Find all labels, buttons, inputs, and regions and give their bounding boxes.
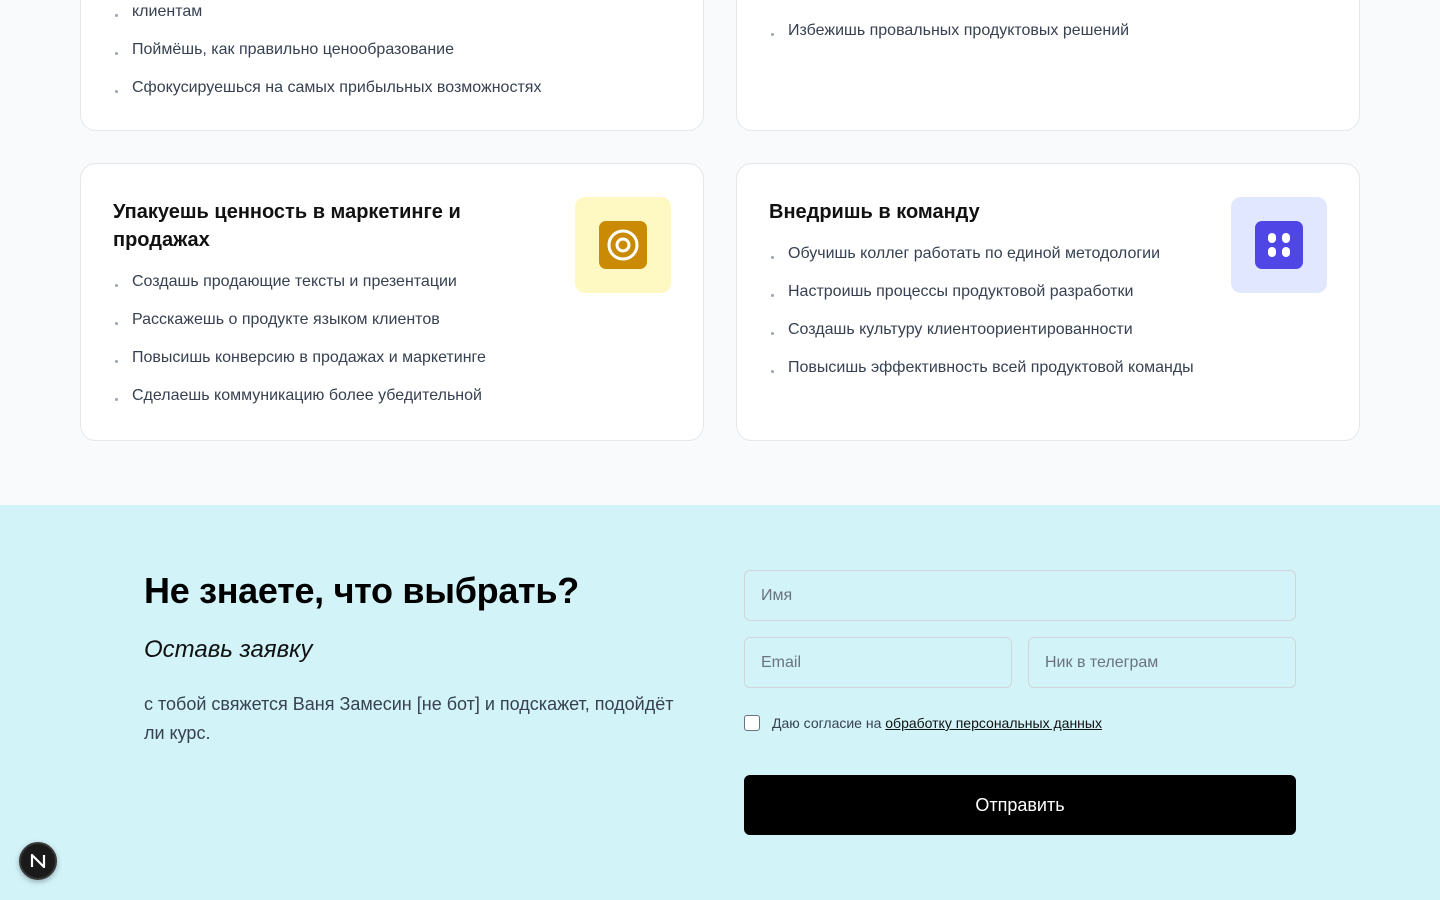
submit-button[interactable]: Отправить — [744, 775, 1296, 835]
email-input[interactable] — [744, 637, 1012, 688]
benefits-section: клиентам Поймёшь, как правильно ценообра… — [0, 0, 1440, 505]
benefit-list: Избежишь провальных продуктовых решений — [769, 20, 1129, 58]
team-grid-icon — [1231, 197, 1327, 293]
benefit-card-decisions: Избежишь провальных продуктовых решений — [736, 0, 1360, 131]
list-item: Создашь продающие тексты и презентации — [113, 271, 486, 309]
telegram-input[interactable] — [1028, 637, 1296, 688]
card-title: Внедришь в команду — [769, 201, 980, 223]
consent-row: Даю согласие на обработку персональных д… — [744, 715, 1102, 731]
list-item: Избежишь провальных продуктовых решений — [769, 20, 1129, 58]
list-item: Расскажешь о продукте языком клиентов — [113, 309, 486, 347]
app-badge-button[interactable] — [19, 842, 57, 880]
consent-checkbox[interactable] — [744, 715, 760, 731]
list-item: Поймёшь, как правильно ценообразование — [113, 39, 541, 77]
list-item: Сфокусируешься на самых прибыльных возмо… — [113, 77, 541, 115]
n-logo-icon — [30, 853, 46, 869]
list-item: Повысишь эффективность всей продуктовой … — [769, 357, 1194, 395]
name-input[interactable] — [744, 570, 1296, 621]
list-item: Повысишь конверсию в продажах и маркетин… — [113, 347, 486, 385]
benefit-list: клиентам Поймёшь, как правильно ценообра… — [113, 1, 541, 115]
benefit-card-pricing: клиентам Поймёшь, как правильно ценообра… — [80, 0, 704, 131]
card-title: Упакуешь ценность в маркетинге и продажа… — [113, 201, 461, 251]
list-item: Сделаешь коммуникацию более убедительной — [113, 385, 486, 423]
benefit-card-marketing: Упакуешь ценность в маркетинге и продажа… — [80, 163, 704, 441]
privacy-link[interactable]: обработку персональных данных — [885, 715, 1102, 731]
benefit-card-team: Внедришь в команду Обучишь коллег работа… — [736, 163, 1360, 441]
lead-description: с тобой свяжется Ваня Замесин [не бот] и… — [144, 694, 674, 743]
list-item: Создашь культуру клиентоориентированност… — [769, 319, 1194, 357]
consent-label: Даю согласие на обработку персональных д… — [772, 715, 1102, 731]
benefit-list: Обучишь коллег работать по единой методо… — [769, 243, 1194, 395]
lead-subtitle: Оставь заявку — [144, 636, 313, 663]
target-icon — [575, 197, 671, 293]
list-item: Настроишь процессы продуктовой разработк… — [769, 281, 1194, 319]
list-item: клиентам — [113, 1, 541, 39]
list-item: Обучишь коллег работать по единой методо… — [769, 243, 1194, 281]
lead-form-section: Не знаете, что выбрать? Оставь заявку с … — [0, 505, 1440, 900]
benefit-list: Создашь продающие тексты и презентации Р… — [113, 271, 486, 423]
lead-title: Не знаете, что выбрать? — [144, 570, 579, 611]
